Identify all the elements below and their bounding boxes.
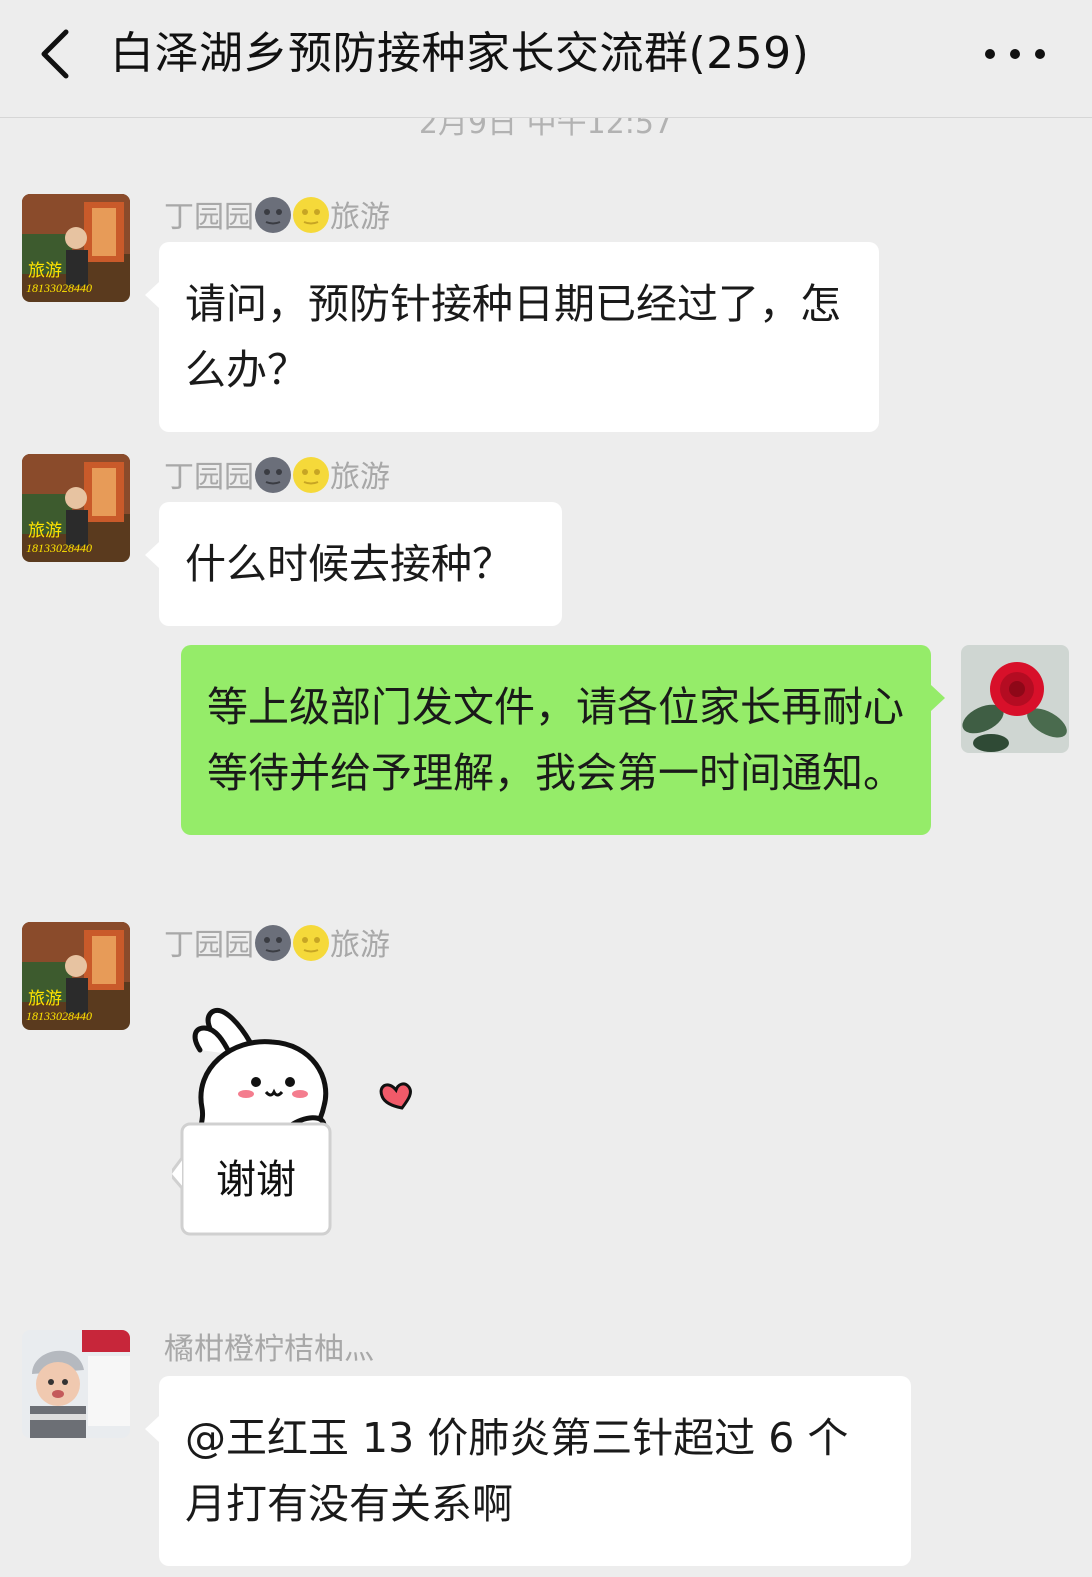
message-bubble[interactable]: 什么时候去接种？	[145, 502, 562, 626]
new-moon-face-icon	[255, 197, 291, 233]
avatar[interactable]	[22, 1330, 130, 1438]
message-bubble[interactable]: @王红玉 13 价肺炎第三针超过 6 个月打有没有关系啊	[145, 1376, 911, 1566]
avatar-photo: 旅游 18133028440	[22, 194, 130, 302]
full-moon-face-icon	[293, 197, 329, 233]
new-moon-face-icon	[255, 457, 291, 493]
avatar[interactable]: 旅游 18133028440	[22, 922, 130, 1030]
baby-photo	[22, 1330, 130, 1438]
more-dots-icon	[985, 49, 1045, 59]
my-avatar[interactable]	[961, 645, 1069, 753]
svg-text:旅游: 旅游	[28, 261, 62, 280]
avatar[interactable]: 旅游 18133028440	[22, 194, 130, 302]
sender-name: 橘柑橙柠桔柚灬	[164, 1332, 374, 1367]
avatar-photo: 旅游 18133028440	[22, 454, 130, 562]
rose-photo	[961, 645, 1069, 753]
svg-text:旅游: 旅游	[28, 989, 62, 1008]
sender-name: 丁园园 旅游	[164, 196, 390, 238]
sender-name: 丁园园 旅游	[164, 456, 390, 498]
back-button[interactable]	[30, 24, 86, 84]
svg-text:旅游: 旅游	[28, 521, 62, 540]
svg-text:18133028440: 18133028440	[26, 281, 92, 295]
svg-text:18133028440: 18133028440	[26, 1009, 92, 1023]
bunny-thanks-sticker[interactable]: 谢谢	[168, 998, 432, 1248]
svg-text:谢谢: 谢谢	[216, 1157, 296, 1203]
sticker-image: 谢谢	[168, 1007, 412, 1236]
avatar[interactable]: 旅游 18133028440	[22, 454, 130, 562]
svg-text:18133028440: 18133028440	[26, 541, 92, 555]
full-moon-face-icon	[293, 457, 329, 493]
chat-header: 白泽湖乡预防接种家长交流群(259)	[0, 0, 1092, 118]
avatar-photo: 旅游 18133028440	[22, 922, 130, 1030]
message-bubble[interactable]: 请问，预防针接种日期已经过了，怎么办？	[145, 242, 879, 432]
chevron-left-icon	[41, 29, 69, 79]
chat-title: 白泽湖乡预防接种家长交流群(259)	[110, 28, 810, 79]
full-moon-face-icon	[293, 925, 329, 961]
new-moon-face-icon	[255, 925, 291, 961]
sender-name: 丁园园 旅游	[164, 924, 390, 966]
more-button[interactable]	[982, 38, 1048, 70]
my-message-bubble[interactable]: 等上级部门发文件，请各位家长再耐心等待并给予理解，我会第一时间通知。	[181, 645, 945, 835]
